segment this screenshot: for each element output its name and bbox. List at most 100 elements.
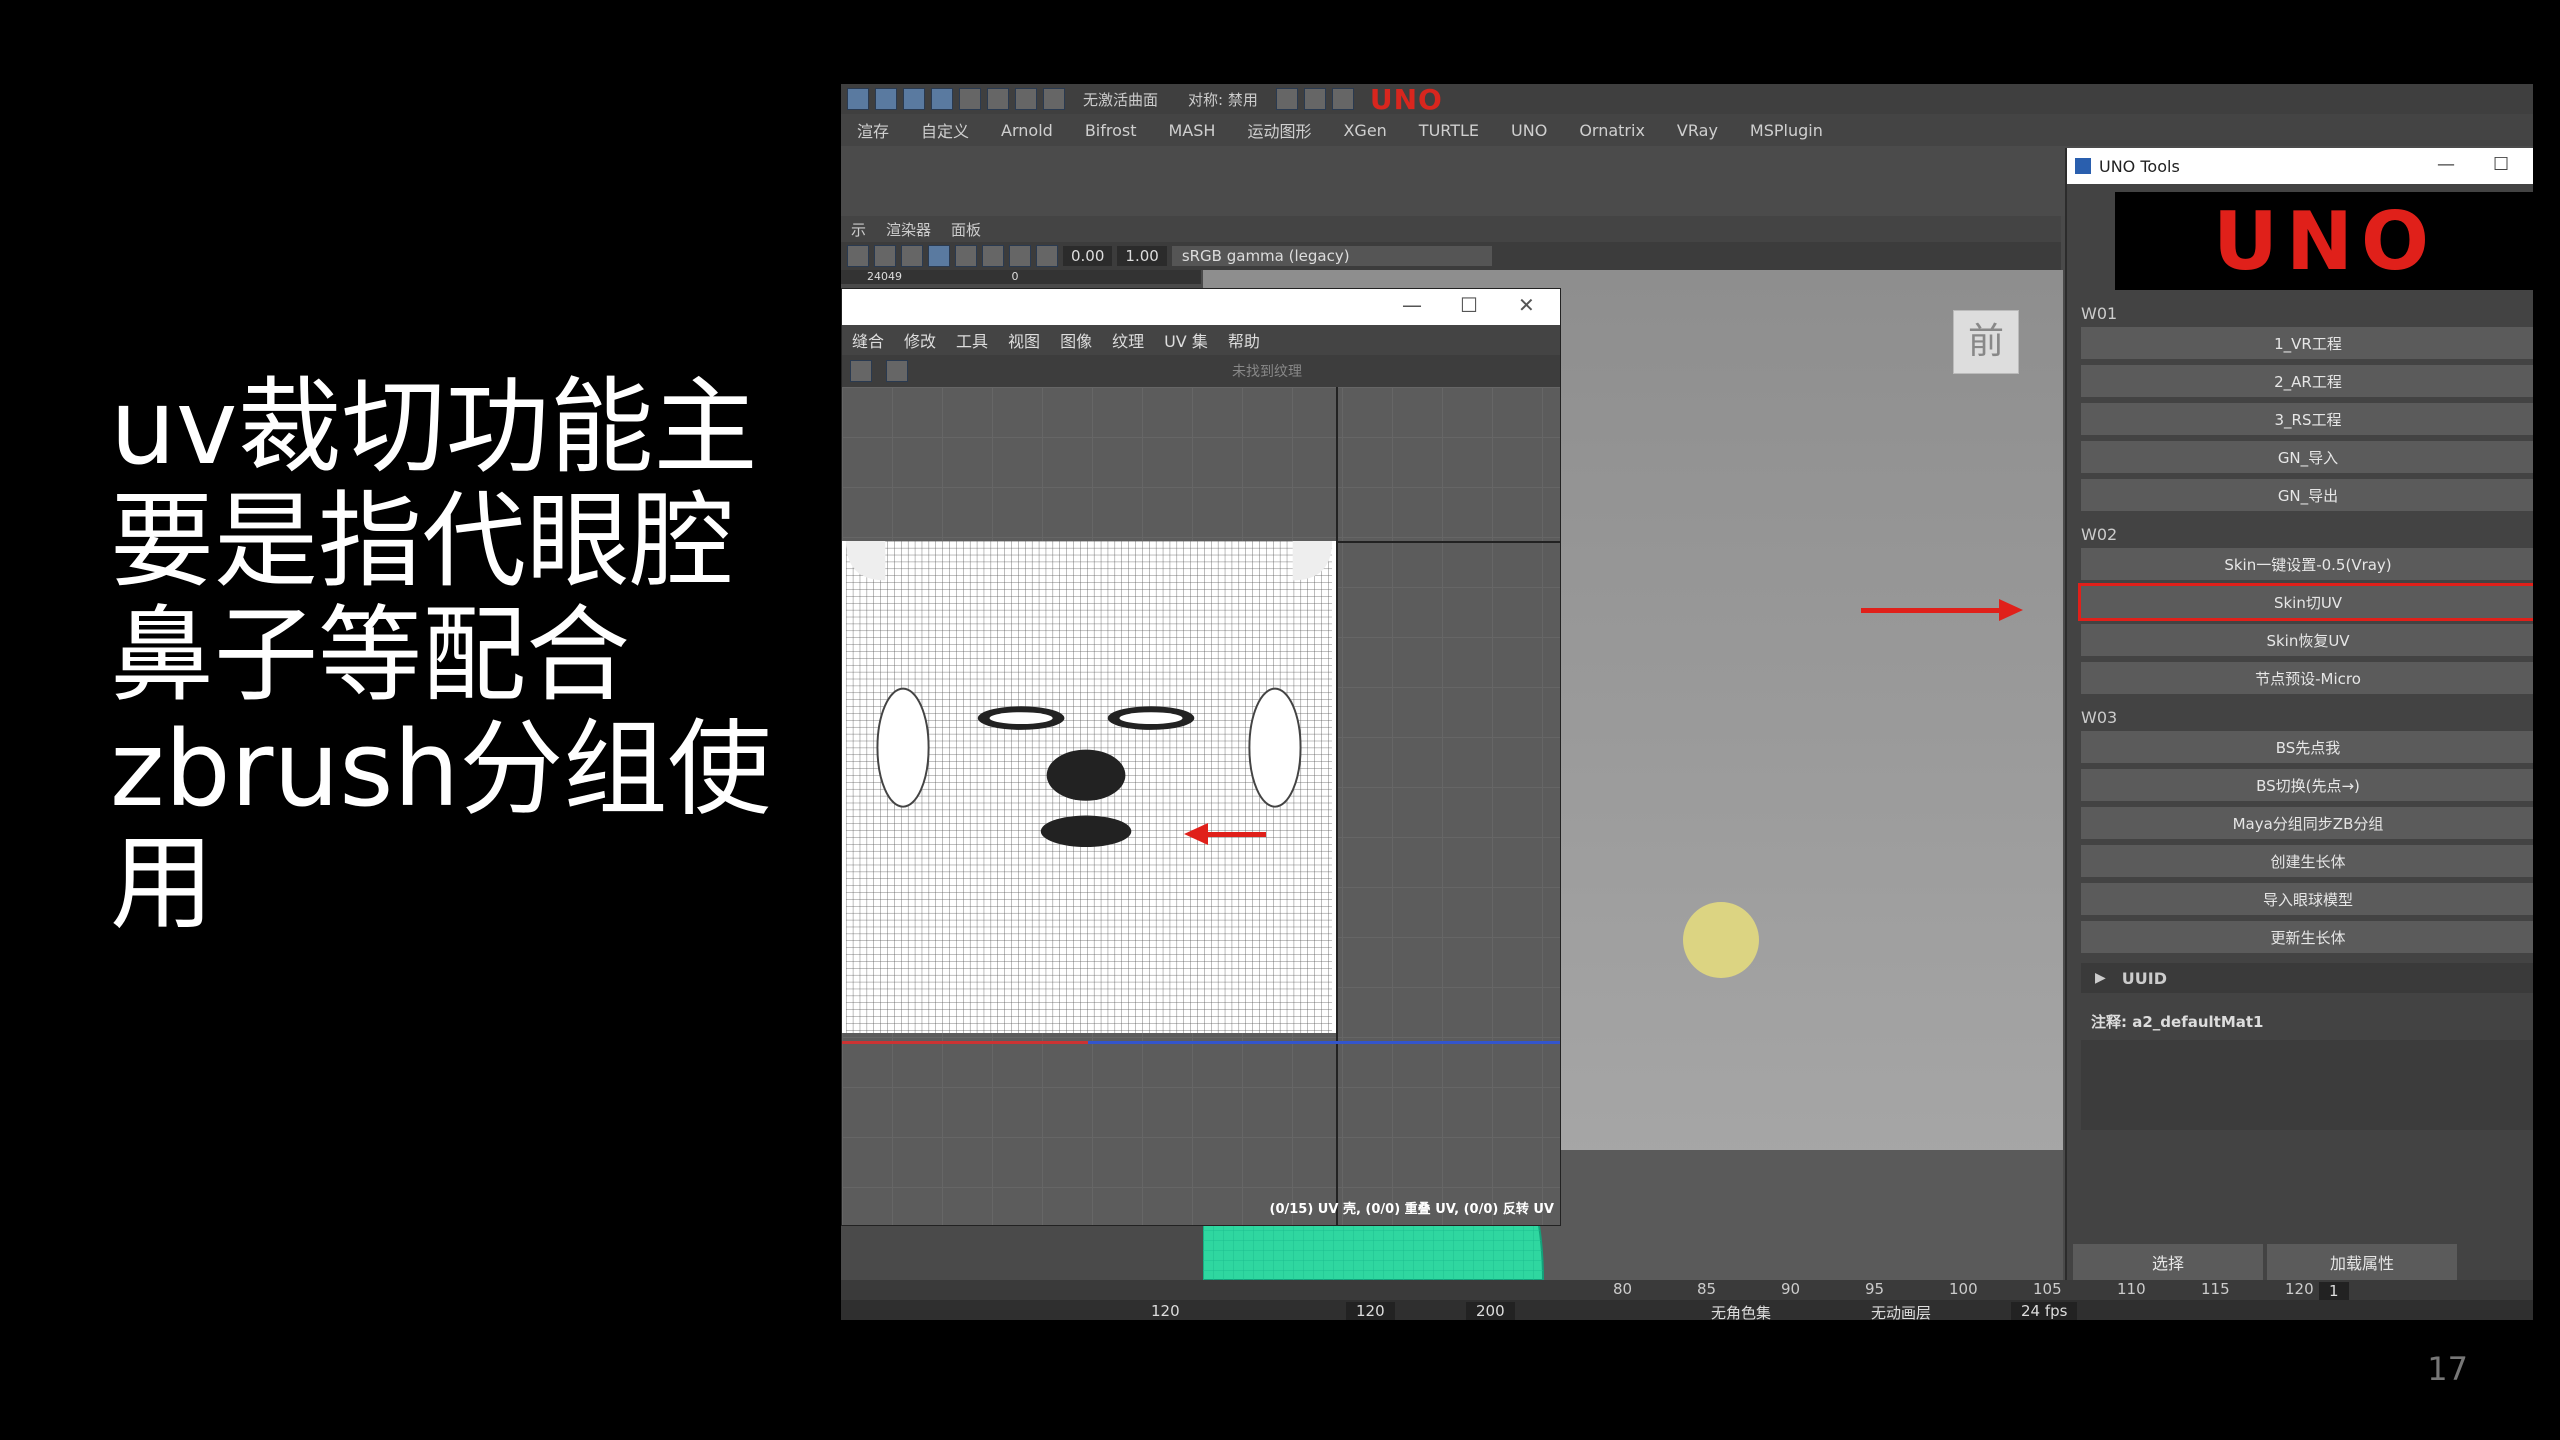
snap-point-icon[interactable] bbox=[1043, 88, 1065, 110]
rs-project-button[interactable]: 3_RS工程 bbox=[2081, 403, 2533, 435]
vr-project-button[interactable]: 1_VR工程 bbox=[2081, 327, 2533, 359]
component-mode-icon[interactable] bbox=[875, 88, 897, 110]
uv-menu-item[interactable]: 帮助 bbox=[1218, 328, 1270, 352]
red-arrow-uv bbox=[1184, 823, 1266, 845]
shelf-tab[interactable]: 渲存 bbox=[841, 118, 905, 142]
uv-menu-item[interactable]: 修改 bbox=[894, 328, 946, 352]
uno-shelf-logo[interactable]: UNO bbox=[1370, 84, 1443, 116]
uv-status-text: (0/15) UV 壳, (0/0) 重叠 UV, (0/0) 反转 UV bbox=[1269, 1202, 1554, 1217]
camera-icon[interactable] bbox=[847, 245, 869, 267]
character-set-select[interactable]: 无角色集 bbox=[1711, 1302, 1771, 1320]
shaded-icon[interactable] bbox=[928, 245, 950, 267]
grid-icon[interactable] bbox=[874, 245, 896, 267]
uv-menu-item[interactable]: 视图 bbox=[998, 328, 1050, 352]
update-growth-body-button[interactable]: 更新生长体 bbox=[2081, 921, 2533, 953]
shelf-tab[interactable]: Arnold bbox=[985, 121, 1069, 140]
uno-tools-titlebar: UNO Tools — ☐ bbox=[2067, 148, 2533, 184]
minimize-icon[interactable]: — bbox=[2437, 154, 2455, 175]
shelf-tab[interactable]: 自定义 bbox=[905, 118, 985, 142]
snapshot-icon[interactable] bbox=[886, 360, 908, 382]
snap-curve-icon[interactable] bbox=[931, 88, 953, 110]
note-textarea[interactable] bbox=[2081, 1040, 2533, 1130]
viewport-menu-item[interactable]: 渲染器 bbox=[876, 219, 941, 240]
maximize-icon[interactable]: ☐ bbox=[1460, 293, 1478, 317]
gn-import-button[interactable]: GN_导入 bbox=[2081, 441, 2533, 473]
tick-label: 95 bbox=[1865, 1280, 1885, 1298]
gn-export-button[interactable]: GN_导出 bbox=[2081, 479, 2533, 511]
current-frame-field[interactable]: 1 bbox=[2319, 1282, 2349, 1300]
bs-switch-button[interactable]: BS切换(先点→) bbox=[2081, 769, 2533, 801]
anim-layer-select[interactable]: 无动画层 bbox=[1871, 1302, 1931, 1320]
ipr-icon[interactable] bbox=[1303, 88, 1326, 110]
range-end-a[interactable]: 120 bbox=[1151, 1302, 1180, 1320]
uv-menu-item[interactable]: 工具 bbox=[946, 328, 998, 352]
ar-project-button[interactable]: 2_AR工程 bbox=[2081, 365, 2533, 397]
symmetry-field[interactable]: 对称: 禁用 bbox=[1176, 89, 1270, 110]
hud-value: 0 bbox=[1011, 270, 1019, 283]
skin-cut-uv-button[interactable]: Skin切UV bbox=[2078, 583, 2533, 621]
uv-grid[interactable]: (0/15) UV 壳, (0/0) 重叠 UV, (0/0) 反转 UV bbox=[842, 387, 1560, 1225]
uno-bottom-buttons: 选择 加载属性 bbox=[2067, 1244, 2533, 1280]
viewport-menu-item[interactable]: 示 bbox=[841, 219, 876, 240]
uv-menu-item[interactable]: 图像 bbox=[1050, 328, 1102, 352]
select-button[interactable]: 选择 bbox=[2073, 1244, 2263, 1280]
shelf-tab[interactable]: Ornatrix bbox=[1563, 121, 1661, 140]
uv-menu-item[interactable]: 缝合 bbox=[842, 328, 894, 352]
maya-zb-group-sync-button[interactable]: Maya分组同步ZB分组 bbox=[2081, 807, 2533, 839]
uv-editor-menu: 缝合 修改 工具 视图 图像 纹理 UV 集 帮助 bbox=[842, 325, 1560, 355]
lock-icon[interactable] bbox=[959, 88, 981, 110]
gamma-field[interactable]: 1.00 bbox=[1117, 246, 1167, 266]
texture-field[interactable]: 未找到纹理 bbox=[1232, 361, 1302, 381]
render-settings-icon[interactable] bbox=[1331, 88, 1354, 110]
skin-restore-uv-button[interactable]: Skin恢复UV bbox=[2081, 624, 2533, 656]
range-end-c[interactable]: 200 bbox=[1466, 1302, 1515, 1320]
shelf-tab-uno[interactable]: UNO bbox=[1495, 121, 1563, 140]
node-preset-micro-button[interactable]: 节点预设-Micro bbox=[2081, 662, 2533, 694]
live-surface-field[interactable]: 无激活曲面 bbox=[1071, 89, 1170, 110]
uv-menu-item[interactable]: 纹理 bbox=[1102, 328, 1154, 352]
uno-tools-panel: UNO Tools — ☐ UNO W01 1_VR工程 2_AR工程 3_RS… bbox=[2065, 148, 2533, 1280]
uv-menu-item[interactable]: UV 集 bbox=[1154, 328, 1218, 352]
view-cube-front[interactable]: 前 bbox=[1953, 310, 2019, 374]
minimize-icon[interactable]: — bbox=[1402, 293, 1422, 317]
fps-select[interactable]: 24 fps bbox=[2011, 1302, 2078, 1320]
settings-icon[interactable] bbox=[850, 360, 872, 382]
lighting-icon[interactable] bbox=[955, 245, 977, 267]
close-icon[interactable]: ✕ bbox=[1518, 293, 1535, 317]
wireframe-icon[interactable] bbox=[901, 245, 923, 267]
import-eyeball-button[interactable]: 导入眼球模型 bbox=[2081, 883, 2533, 915]
shelf-tab[interactable]: MSPlugin bbox=[1734, 121, 1839, 140]
load-attributes-button[interactable]: 加载属性 bbox=[2267, 1244, 2457, 1280]
shelf-tab[interactable]: XGen bbox=[1327, 121, 1402, 140]
exposure-field[interactable]: 0.00 bbox=[1063, 246, 1113, 266]
uuid-section[interactable]: ▶ UUID bbox=[2081, 963, 2533, 993]
group-label-w02: W02 bbox=[2081, 525, 2118, 544]
shelf-tab[interactable]: MASH bbox=[1153, 121, 1232, 140]
expand-triangle-icon[interactable]: ▶ bbox=[2095, 970, 2106, 986]
tick-label: 90 bbox=[1781, 1280, 1801, 1298]
isolate-icon[interactable] bbox=[1009, 245, 1031, 267]
select-mode-icon[interactable] bbox=[847, 88, 869, 110]
shadow-icon[interactable] bbox=[982, 245, 1004, 267]
range-end-b[interactable]: 120 bbox=[1346, 1302, 1395, 1320]
page-number: 17 bbox=[2427, 1350, 2468, 1388]
snap-grid-icon[interactable] bbox=[1015, 88, 1037, 110]
shelf-tab[interactable]: TURTLE bbox=[1403, 121, 1495, 140]
shelf-tab[interactable]: VRay bbox=[1661, 121, 1734, 140]
skin-setup-button[interactable]: Skin一键设置-0.5(Vray) bbox=[2081, 548, 2533, 580]
render-icon[interactable] bbox=[1275, 88, 1298, 110]
time-slider[interactable]: 80 85 90 95 100 105 110 115 120 1 120 12… bbox=[841, 1280, 2533, 1320]
shelf-tabs: 渲存 自定义 Arnold Bifrost MASH 运动图形 XGen TUR… bbox=[841, 114, 2533, 147]
tick-label: 110 bbox=[2117, 1280, 2146, 1298]
maximize-icon[interactable]: ☐ bbox=[2493, 154, 2509, 175]
snap-icon[interactable] bbox=[903, 88, 925, 110]
magnet-icon[interactable] bbox=[987, 88, 1009, 110]
shelf-tab[interactable]: 运动图形 bbox=[1231, 118, 1327, 142]
timeline-ticks: 80 85 90 95 100 105 110 115 120 bbox=[841, 1280, 2314, 1300]
bs-first-button[interactable]: BS先点我 bbox=[2081, 731, 2533, 763]
create-growth-body-button[interactable]: 创建生长体 bbox=[2081, 845, 2533, 877]
shelf-tab[interactable]: Bifrost bbox=[1069, 121, 1153, 140]
viewport-menu-item[interactable]: 面板 bbox=[941, 219, 991, 240]
color-space-select[interactable]: sRGB gamma (legacy) bbox=[1171, 246, 1492, 266]
xray-icon[interactable] bbox=[1036, 245, 1058, 267]
